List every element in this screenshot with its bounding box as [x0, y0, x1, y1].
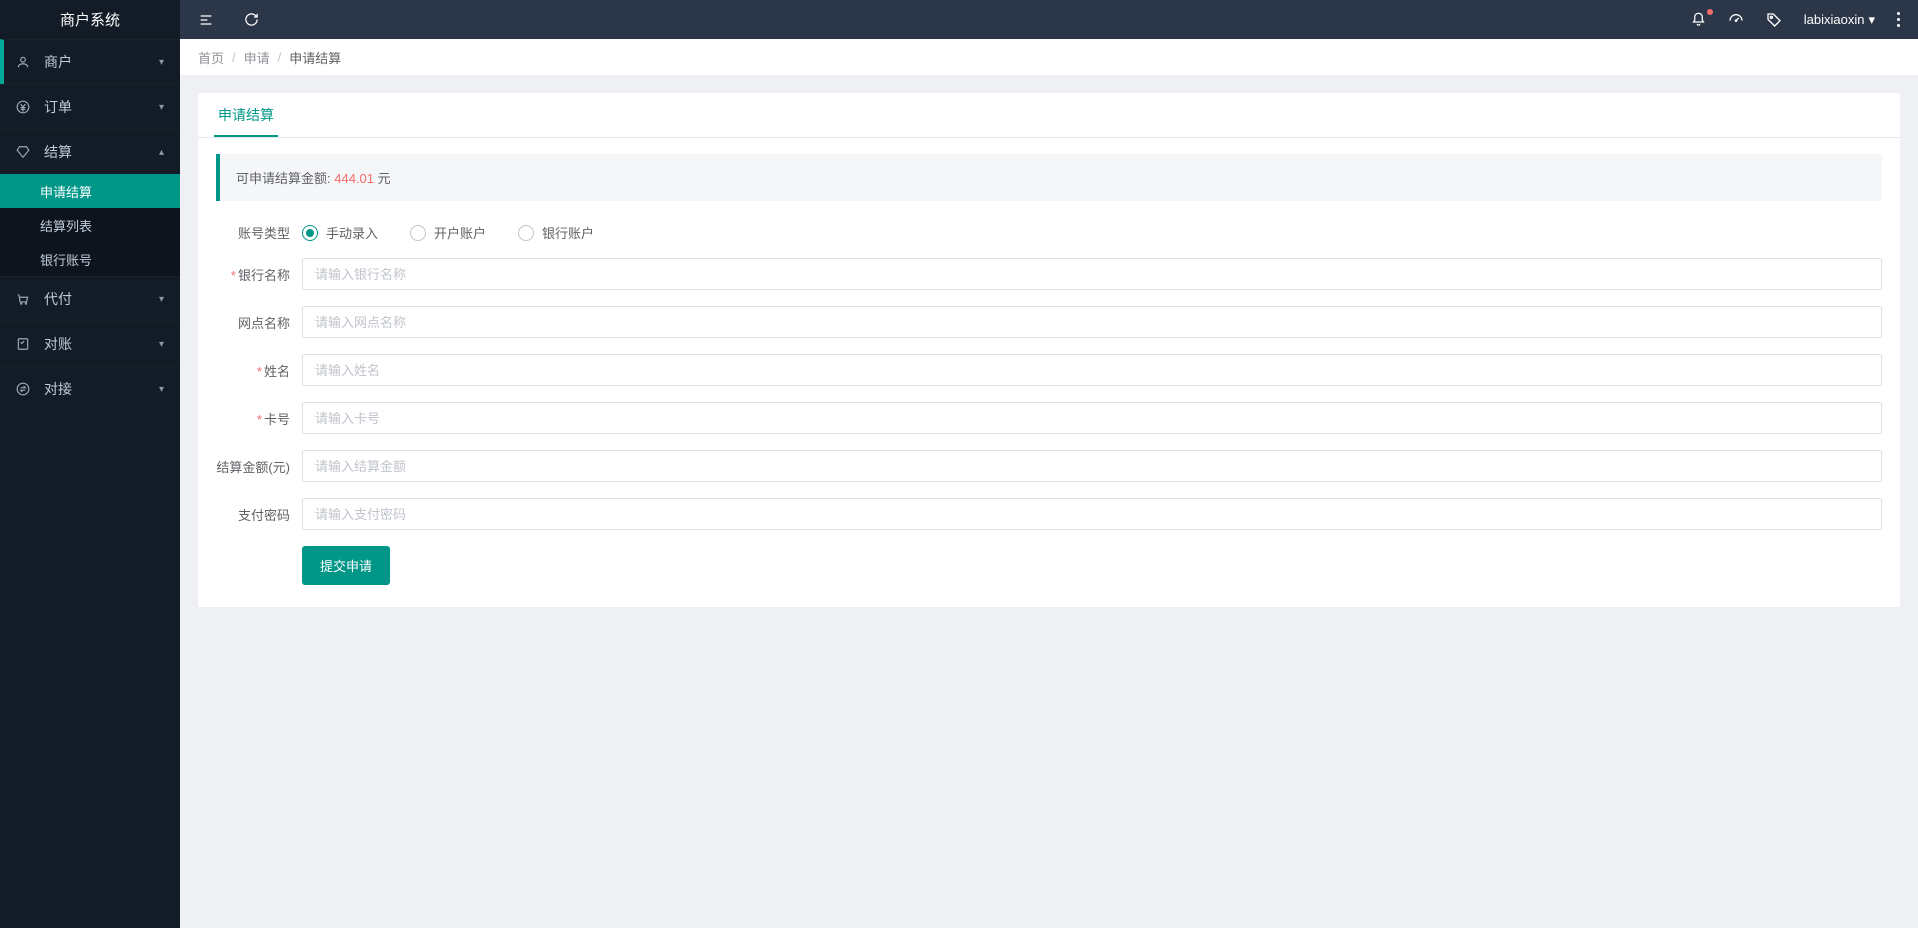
radio-manual[interactable]: 手动录入 — [302, 223, 378, 242]
chevron-down-icon: ▾ — [159, 102, 164, 113]
row-branch-name: 网点名称 — [216, 306, 1882, 338]
sidebar-item-label: 代付 — [44, 289, 72, 309]
sidebar-item-integration[interactable]: 对接 ▾ — [0, 366, 180, 411]
input-name[interactable] — [302, 354, 1882, 386]
input-card-no[interactable] — [302, 402, 1882, 434]
radio-group-account-type: 手动录入 开户账户 银行账户 — [302, 223, 1882, 242]
chevron-down-icon: ▾ — [159, 294, 164, 305]
input-bank-name[interactable] — [302, 258, 1882, 290]
sidebar-subitem-bank-account[interactable]: 银行账号 — [0, 242, 180, 276]
sidebar-item-label: 结算 — [44, 142, 72, 162]
label-branch-name: 网点名称 — [216, 313, 302, 332]
row-bank-name: *银行名称 — [216, 258, 1882, 290]
checklist-icon — [16, 337, 34, 351]
sidebar-item-label: 商户 — [44, 52, 72, 72]
more-options-icon[interactable] — [1897, 12, 1900, 27]
notification-dot — [1707, 9, 1713, 15]
radio-bank-account[interactable]: 银行账户 — [518, 223, 594, 242]
breadcrumb-sep: / — [232, 50, 236, 65]
chevron-up-icon: ▴ — [159, 147, 164, 158]
breadcrumb-sep: / — [278, 50, 282, 65]
input-password[interactable] — [302, 498, 1882, 530]
radio-label: 开户账户 — [434, 223, 486, 242]
submit-button[interactable]: 提交申请 — [302, 546, 390, 585]
topbar: labixiaoxin ▾ — [180, 0, 1918, 39]
row-password: 支付密码 — [216, 498, 1882, 530]
radio-label: 手动录入 — [326, 223, 378, 242]
tab-apply-settlement[interactable]: 申请结算 — [214, 93, 278, 137]
app-title: 商户系统 — [0, 0, 180, 39]
breadcrumb-apply[interactable]: 申请 — [244, 48, 270, 67]
swap-icon — [16, 382, 34, 396]
sidebar-item-settlement[interactable]: 结算 ▴ — [0, 129, 180, 174]
label-account-type: 账号类型 — [216, 223, 302, 242]
radio-open-account[interactable]: 开户账户 — [410, 223, 486, 242]
menu-toggle-icon[interactable] — [198, 12, 214, 28]
card: 申请结算 可申请结算金额: 444.01 元 账号类型 — [198, 93, 1900, 607]
diamond-icon — [16, 145, 34, 159]
radio-icon — [302, 225, 318, 241]
sidebar-subitem-settlement-list[interactable]: 结算列表 — [0, 208, 180, 242]
label-amount: 结算金额(元) — [216, 457, 302, 476]
sidebar-subitem-label: 结算列表 — [40, 216, 92, 235]
radio-icon — [410, 225, 426, 241]
yen-icon — [16, 100, 34, 114]
sidebar-item-label: 对账 — [44, 334, 72, 354]
notice-amount: 444.01 — [334, 171, 374, 186]
row-name: *姓名 — [216, 354, 1882, 386]
sidebar-item-merchants[interactable]: 商户 ▾ — [0, 39, 180, 84]
sidebar-item-orders[interactable]: 订单 ▾ — [0, 84, 180, 129]
label-card-no: *卡号 — [216, 409, 302, 428]
sidebar-item-payout[interactable]: 代付 ▾ — [0, 276, 180, 321]
sidebar-subitem-apply[interactable]: 申请结算 — [0, 174, 180, 208]
row-account-type: 账号类型 手动录入 开户账户 — [216, 223, 1882, 242]
label-password: 支付密码 — [216, 505, 302, 524]
notice-box: 可申请结算金额: 444.01 元 — [216, 154, 1882, 201]
sidebar-item-reconciliation[interactable]: 对账 ▾ — [0, 321, 180, 366]
breadcrumb-home[interactable]: 首页 — [198, 48, 224, 67]
username-text: labixiaoxin — [1804, 12, 1865, 27]
sidebar: 商户系统 商户 ▾ 订单 ▾ 结算 ▴ — [0, 0, 180, 928]
sidebar-menu: 商户 ▾ 订单 ▾ 结算 ▴ 申请结算 结算列表 — [0, 39, 180, 411]
input-branch-name[interactable] — [302, 306, 1882, 338]
cart-icon — [16, 292, 34, 306]
user-menu[interactable]: labixiaoxin ▾ — [1804, 12, 1875, 28]
sidebar-item-label: 对接 — [44, 379, 72, 399]
row-card-no: *卡号 — [216, 402, 1882, 434]
input-amount[interactable] — [302, 450, 1882, 482]
tab-header: 申请结算 — [198, 93, 1900, 138]
breadcrumb: 首页 / 申请 / 申请结算 — [180, 39, 1918, 75]
caret-down-icon: ▾ — [1868, 12, 1875, 28]
radio-icon — [518, 225, 534, 241]
dashboard-icon[interactable] — [1728, 12, 1744, 28]
notification-icon[interactable] — [1691, 12, 1706, 27]
sidebar-item-label: 订单 — [44, 97, 72, 117]
breadcrumb-current: 申请结算 — [289, 48, 341, 67]
radio-label: 银行账户 — [542, 223, 594, 242]
label-bank-name: *银行名称 — [216, 265, 302, 284]
refresh-icon[interactable] — [244, 12, 259, 27]
sidebar-subitem-label: 银行账号 — [40, 250, 92, 269]
content: 申请结算 可申请结算金额: 444.01 元 账号类型 — [180, 75, 1918, 928]
user-icon — [16, 55, 34, 69]
row-amount: 结算金额(元) — [216, 450, 1882, 482]
chevron-down-icon: ▾ — [159, 384, 164, 395]
sidebar-subitem-label: 申请结算 — [40, 182, 92, 201]
notice-unit: 元 — [378, 171, 391, 186]
chevron-down-icon: ▾ — [159, 339, 164, 350]
notice-prefix: 可申请结算金额: — [236, 171, 331, 186]
chevron-down-icon: ▾ — [159, 57, 164, 68]
tag-icon[interactable] — [1766, 12, 1782, 28]
label-name: *姓名 — [216, 361, 302, 380]
